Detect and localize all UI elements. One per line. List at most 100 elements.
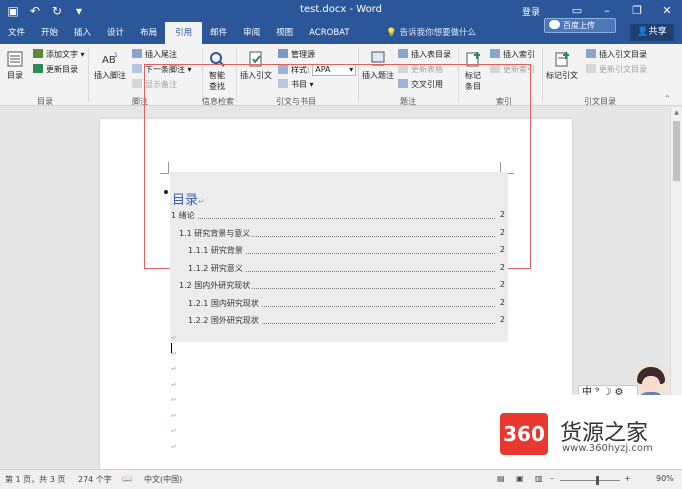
toc-entry-text: 1 绪论 bbox=[171, 210, 197, 221]
text-cursor bbox=[171, 343, 172, 353]
print-layout-icon[interactable]: ▣ bbox=[516, 474, 524, 483]
word-count[interactable]: 274 个字 bbox=[78, 474, 112, 485]
toc-entry-text: 1.1.2 研究意义 bbox=[188, 262, 245, 274]
share-label: 共享 bbox=[648, 27, 667, 37]
update-toc-button[interactable]: 更新目录 bbox=[33, 64, 78, 75]
person-icon: 👤 bbox=[637, 27, 649, 37]
update-toa-button[interactable]: 更新引文目录 bbox=[586, 64, 647, 75]
page-indicator[interactable]: 第 1 页，共 3 页 bbox=[5, 474, 65, 485]
toc-entry-text: 1.1.1 研究背景 bbox=[188, 245, 245, 256]
toc-leader bbox=[181, 218, 495, 219]
group-label-toa: 引文目录 bbox=[584, 97, 616, 106]
group-label-toc: 目录 bbox=[37, 97, 53, 106]
word-window: ▣ ↶ ↻ ▾ test.docx - Word 登录 ▭ – ❐ ✕ 文件 开始… bbox=[0, 0, 682, 489]
collapse-ribbon-icon[interactable]: ⌃ bbox=[664, 94, 671, 103]
insert-toa-label: 插入引文目录 bbox=[599, 50, 647, 59]
tell-me-text: 告诉我你想要做什么 bbox=[399, 28, 477, 38]
toc-entry[interactable]: 1.1 研究背景与意义 2 bbox=[179, 227, 505, 240]
insert-tof-label: 插入表目录 bbox=[411, 50, 451, 59]
watermark-url: www.360hyzj.com bbox=[562, 443, 653, 454]
paragraph-mark: ↵ bbox=[198, 197, 205, 206]
avatar-face bbox=[642, 376, 660, 392]
toc-entry[interactable]: 1.2.1 国内研究现状 2 bbox=[188, 297, 505, 310]
toc-entry-page: 2 bbox=[499, 227, 505, 237]
toc-entry-text: 1.2 国内外研究现状 bbox=[179, 280, 253, 291]
close-icon[interactable]: ✕ bbox=[652, 0, 682, 22]
toc-entry-page: 2 bbox=[499, 297, 505, 307]
update-toa-label: 更新引文目录 bbox=[599, 65, 647, 74]
tab-8[interactable]: 视图 bbox=[268, 22, 301, 44]
tab-3[interactable]: 设计 bbox=[99, 22, 132, 44]
paragraph-mark: ↵ bbox=[171, 411, 177, 420]
manage-sources-button[interactable]: 管理源 bbox=[278, 49, 315, 60]
toc-entry[interactable]: 1 绪论 2 bbox=[171, 210, 505, 222]
update-toc-label: 更新目录 bbox=[46, 65, 78, 74]
zoom-level[interactable]: 90% bbox=[656, 474, 674, 483]
toc-title: 目录↵ bbox=[172, 189, 205, 208]
toc-entry-page: 2 bbox=[499, 315, 505, 324]
paragraph-mark: ↵ bbox=[171, 442, 177, 451]
next-footnote-icon bbox=[132, 64, 142, 73]
toc-title-bullet bbox=[164, 190, 168, 194]
paragraph-mark: ↵ bbox=[171, 427, 177, 435]
zoom-out-icon[interactable]: – bbox=[550, 474, 554, 483]
footnote-icon: AB1 bbox=[102, 52, 118, 66]
tab-9[interactable]: ACROBAT bbox=[301, 22, 357, 44]
insert-index-label: 插入索引 bbox=[503, 50, 535, 59]
tab-0[interactable]: 文件 bbox=[0, 22, 33, 44]
paragraph-mark: ↵ bbox=[171, 365, 177, 373]
add-text-icon bbox=[33, 49, 43, 58]
insert-footnote-label: 插入脚注 bbox=[94, 71, 126, 80]
toc-entry-page: 2 bbox=[499, 210, 505, 219]
read-mode-icon[interactable]: ▤ bbox=[497, 474, 505, 483]
paragraph-mark: ↵ bbox=[171, 334, 177, 342]
toc-entry-page: 2 bbox=[499, 245, 505, 254]
tell-me-box[interactable]: 💡 告诉我你想要做什么 bbox=[386, 22, 476, 44]
login-link[interactable]: 登录 bbox=[522, 5, 540, 18]
tab-2[interactable]: 插入 bbox=[66, 22, 99, 44]
scroll-up-icon[interactable]: ▲ bbox=[671, 109, 682, 116]
tab-1[interactable]: 开始 bbox=[33, 22, 66, 44]
add-text-button[interactable]: 添加文字 ▾ bbox=[33, 49, 85, 60]
insert-index-button[interactable]: 插入索引 bbox=[490, 49, 535, 60]
language-indicator[interactable]: 中文(中国) bbox=[144, 474, 182, 485]
insert-table-of-figures-button[interactable]: 插入表目录 bbox=[398, 49, 451, 60]
svg-text:1: 1 bbox=[114, 52, 118, 59]
proofing-icon[interactable]: 📖 bbox=[122, 474, 132, 483]
restore-icon[interactable]: ❐ bbox=[622, 0, 652, 22]
mark-citation-label: 标记引文 bbox=[546, 71, 578, 80]
endnote-icon bbox=[132, 49, 142, 58]
toc-button-label: 目录 bbox=[7, 71, 23, 80]
show-notes-icon bbox=[132, 79, 142, 88]
lightbulb-icon: 💡 bbox=[386, 28, 397, 38]
share-button[interactable]: 👤共享 bbox=[630, 24, 674, 41]
web-layout-icon[interactable]: ▥ bbox=[535, 474, 543, 483]
toc-entry[interactable]: 1.2 国内外研究现状 2 bbox=[179, 280, 505, 292]
toc-title-text: 目录 bbox=[172, 193, 199, 208]
toc-entry[interactable]: 1.1.1 研究背景 2 bbox=[188, 245, 505, 257]
scrollbar-thumb[interactable] bbox=[673, 121, 680, 181]
insert-toa-button[interactable]: 插入引文目录 bbox=[586, 49, 647, 60]
insert-endnote-button[interactable]: 插入尾注 bbox=[132, 49, 177, 60]
tab-5[interactable]: 引用 bbox=[165, 22, 203, 44]
watermark-logo: 360 bbox=[500, 413, 548, 455]
mark-citation-icon bbox=[555, 52, 569, 67]
toc-entry[interactable]: 1.1.2 研究意义 2 bbox=[188, 262, 505, 275]
ribbon-tabs: 文件 开始 插入 设计 布局 引用 邮件 审阅 视图 ACROBAT bbox=[0, 22, 358, 44]
baidu-upload-button[interactable]: 百度上传 bbox=[544, 18, 616, 33]
zoom-in-icon[interactable]: + bbox=[624, 474, 631, 483]
insert-endnote-label: 插入尾注 bbox=[145, 50, 177, 59]
zoom-slider[interactable] bbox=[560, 480, 620, 481]
cloud-icon bbox=[549, 20, 560, 29]
insert-footnote-button[interactable]: AB 1 插入脚注 bbox=[94, 50, 126, 81]
tab-6[interactable]: 邮件 bbox=[202, 22, 235, 44]
mark-citation-button[interactable]: 标记引文 bbox=[546, 50, 578, 81]
tab-4[interactable]: 布局 bbox=[132, 22, 165, 44]
paragraph-mark: ↵ bbox=[171, 396, 177, 404]
zoom-slider-thumb[interactable] bbox=[596, 476, 599, 485]
toc-button[interactable]: 目录 bbox=[6, 50, 24, 81]
crop-mark bbox=[160, 173, 169, 174]
tab-7[interactable]: 审阅 bbox=[235, 22, 268, 44]
toc-entry[interactable]: 1.2.2 国外研究现状 2 bbox=[188, 315, 505, 327]
toc-entry-text: 1.1 研究背景与意义 bbox=[179, 227, 253, 239]
